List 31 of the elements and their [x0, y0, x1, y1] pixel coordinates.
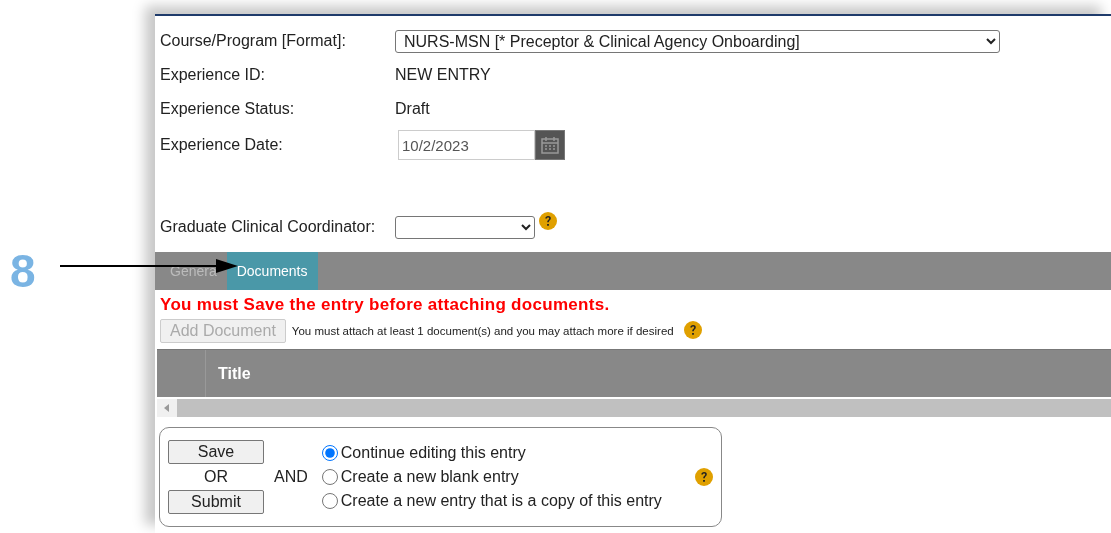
dropdown[interactable]: NURS-MSN [* Preceptor & Clinical Agency Onboarding] — [395, 29, 1000, 53]
warning-message: You must Save the entry before attaching documents. — [159, 294, 611, 315]
field-label: Experience Date: — [160, 136, 284, 154]
radio-button[interactable] — [321, 445, 338, 461]
option-label[interactable]: Create a new entry that is a copy of this entry — [340, 492, 662, 510]
calendar-button[interactable] — [535, 130, 565, 160]
option-label[interactable]: Continue editing this entry — [340, 444, 526, 462]
or-label: OR — [204, 468, 228, 486]
field-label: Experience Status: — [160, 100, 296, 118]
submit-button[interactable]: Submit — [168, 490, 264, 514]
horizontal-scrollbar[interactable] — [157, 399, 1111, 417]
calendar-icon — [540, 135, 560, 155]
field-label: Course/Program [Format]: — [160, 32, 347, 50]
dropdown[interactable] — [395, 215, 535, 239]
radio-button[interactable] — [321, 493, 338, 509]
help-icon[interactable] — [683, 321, 702, 339]
column-header: Title — [217, 364, 251, 384]
help-icon[interactable] — [539, 212, 557, 230]
scroll-left-icon[interactable] — [164, 404, 170, 412]
field-label: Experience ID: — [160, 66, 266, 84]
date-field[interactable]: 10/2/2023 — [398, 130, 535, 160]
field-value: Draft — [395, 100, 430, 118]
save-button[interactable]: Save — [168, 440, 264, 464]
field-value: NEW ENTRY — [395, 66, 491, 84]
step-number: 8 — [10, 248, 36, 294]
radio-button[interactable] — [321, 469, 338, 485]
and-label: AND — [274, 468, 308, 486]
help-icon[interactable] — [695, 468, 713, 486]
attachment-note: You must attach at least 1 document(s) and you may attach more if desired — [291, 325, 674, 337]
field-label: Graduate Clinical Coordinator: — [160, 218, 377, 236]
option-label[interactable]: Create a new blank entry — [340, 468, 519, 486]
